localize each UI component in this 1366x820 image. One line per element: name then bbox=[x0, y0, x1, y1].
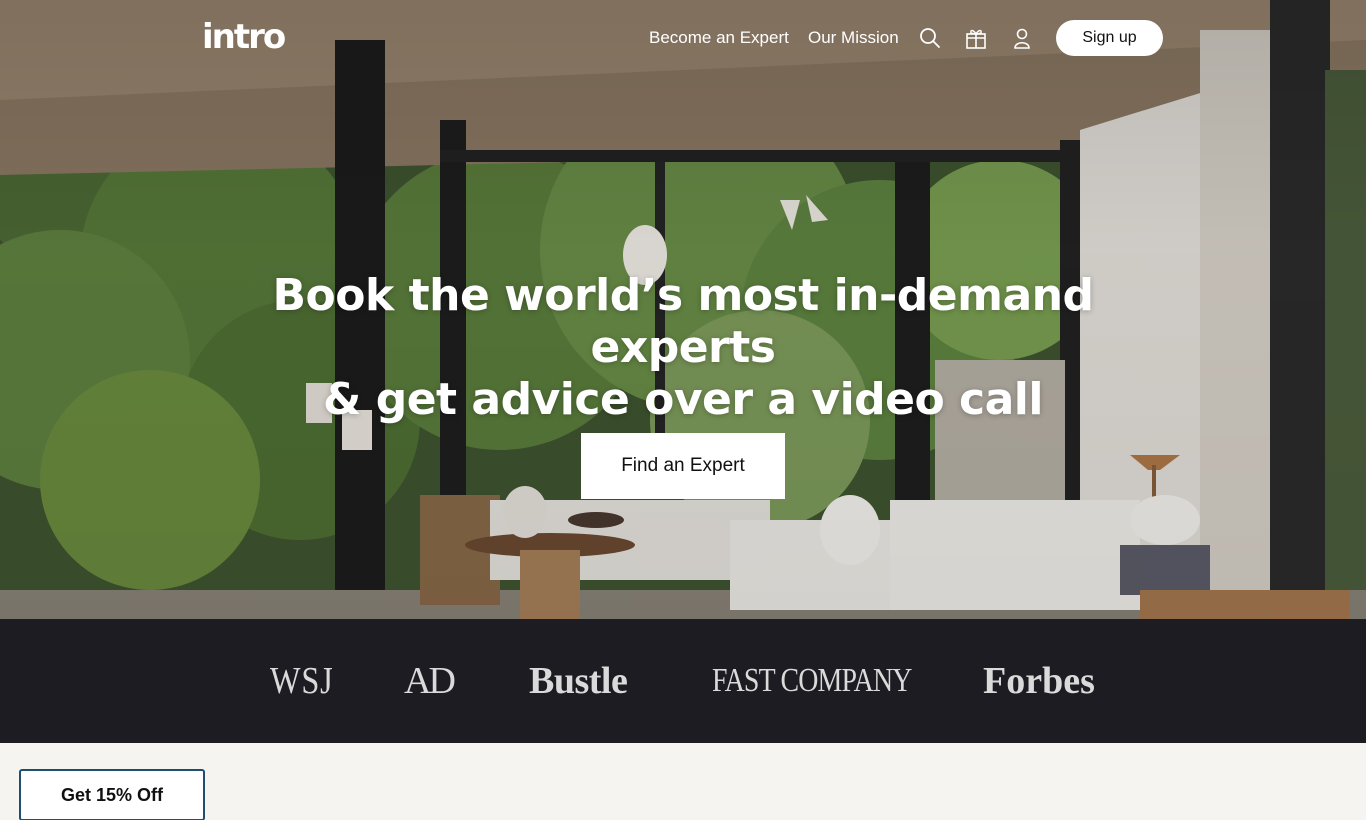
user-icon[interactable] bbox=[1010, 26, 1034, 50]
hero-section: intro Become an Expert Our Mission Sign … bbox=[0, 0, 1366, 619]
sign-up-button[interactable]: Sign up bbox=[1056, 20, 1163, 56]
hero-headline: Book the world’s most in-demand experts … bbox=[183, 270, 1183, 426]
get-discount-button[interactable]: Get 15% Off bbox=[19, 769, 205, 820]
hero-headline-line-2: & get advice over a video call bbox=[323, 374, 1043, 425]
press-logo-bustle: Bustle bbox=[529, 660, 628, 702]
press-logos-bar: WSJ AD Bustle FAST COMPANY Forbes bbox=[0, 619, 1366, 743]
press-logo-fast-company: FAST COMPANY bbox=[712, 662, 912, 699]
press-logo-ad: AD bbox=[404, 660, 456, 702]
hero-headline-line-1: Book the world’s most in-demand experts bbox=[272, 270, 1094, 373]
intro-logo[interactable]: intro bbox=[202, 17, 286, 57]
nav-link-become-an-expert[interactable]: Become an Expert bbox=[649, 28, 789, 48]
gift-icon[interactable] bbox=[964, 26, 988, 50]
press-logo-forbes: Forbes bbox=[983, 660, 1095, 702]
nav-link-our-mission[interactable]: Our Mission bbox=[808, 28, 899, 48]
search-icon[interactable] bbox=[918, 26, 942, 50]
top-navigation: intro Become an Expert Our Mission Sign … bbox=[0, 0, 1366, 78]
press-logo-wsj: WSJ bbox=[270, 660, 334, 702]
find-an-expert-button[interactable]: Find an Expert bbox=[581, 433, 785, 499]
